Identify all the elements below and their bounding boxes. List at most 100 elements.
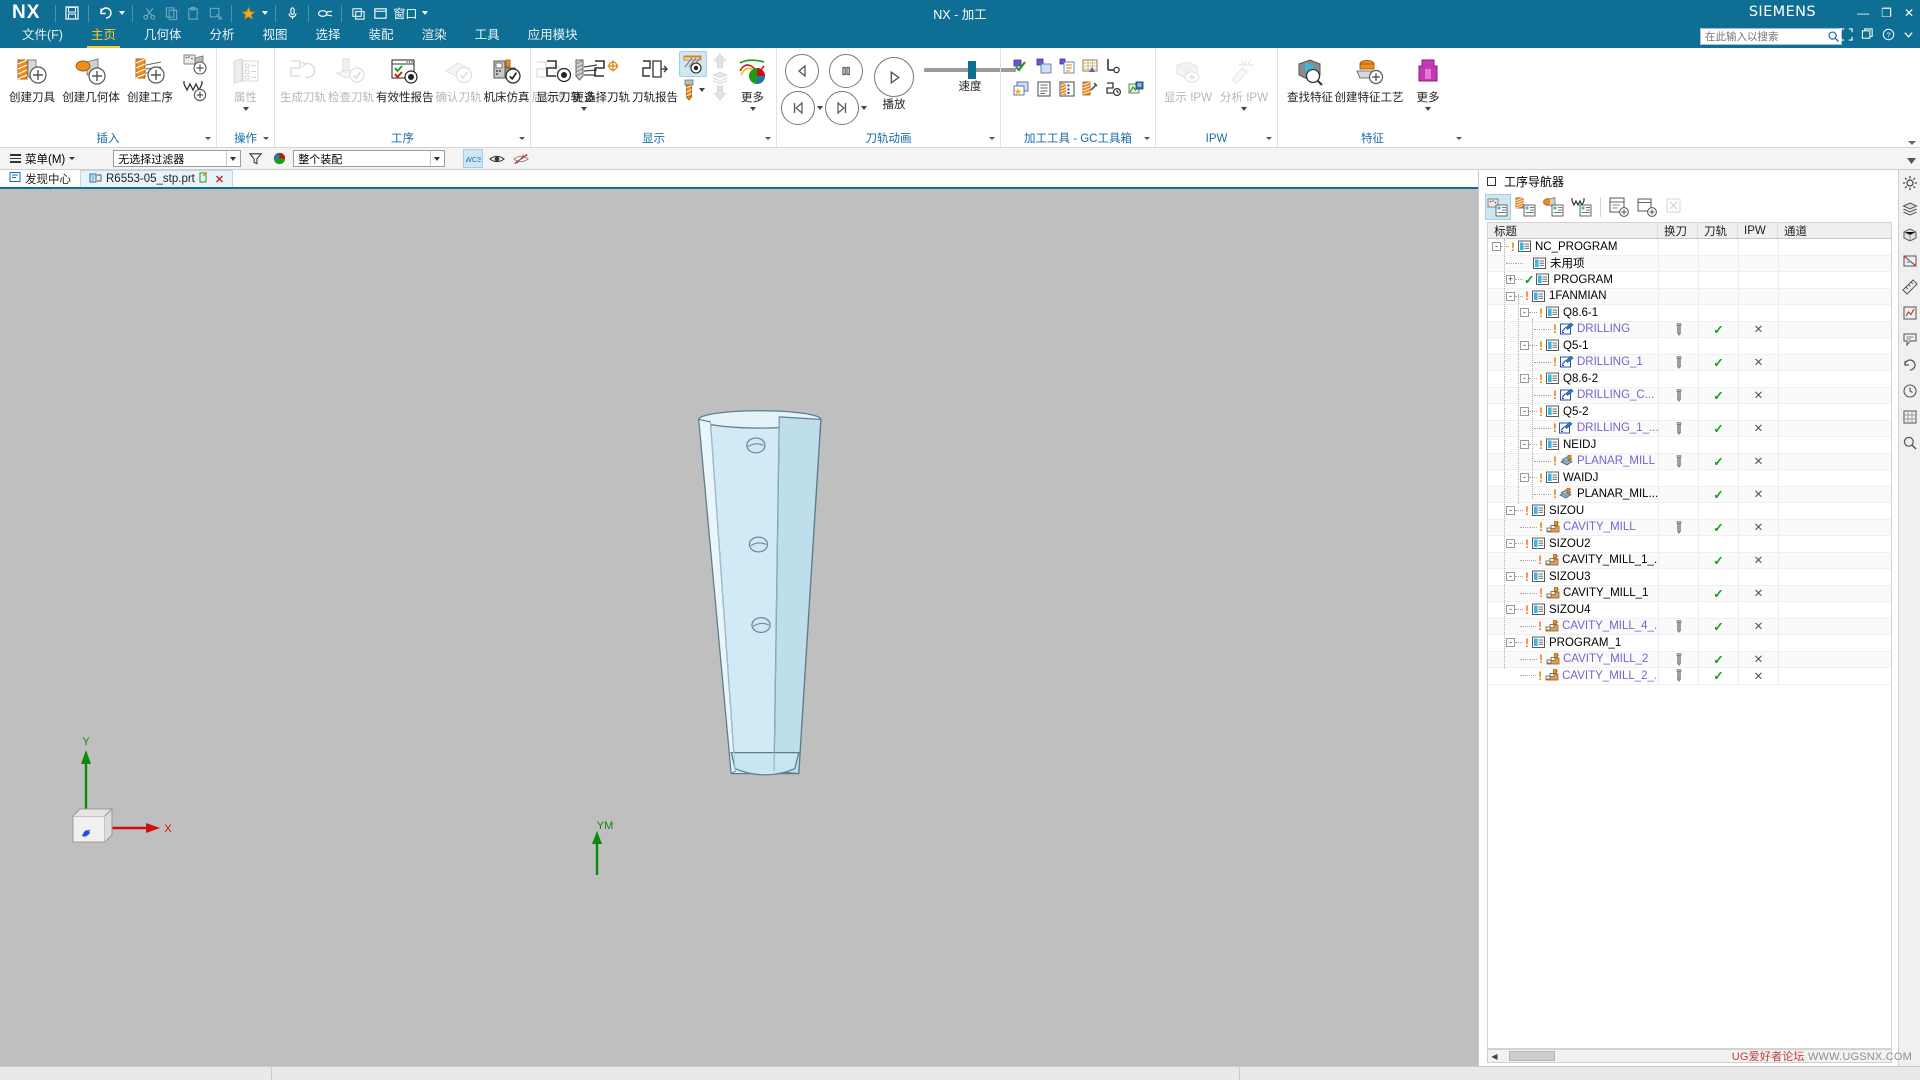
tree-node-name-cell[interactable]: ! DRILLING (1488, 322, 1658, 336)
restore-window-icon[interactable] (1861, 28, 1874, 44)
table-row[interactable]: ! PLANAR_MIL... ✓ ✕ (1488, 486, 1891, 503)
gc-time-icon[interactable] (1102, 78, 1124, 100)
gc-tool-icon[interactable] (1079, 78, 1101, 100)
annotate-icon[interactable] (1901, 330, 1919, 348)
copy-icon[interactable] (160, 2, 182, 24)
close-button[interactable]: ✕ (1904, 7, 1914, 19)
window-icon[interactable] (369, 2, 391, 24)
table-row[interactable]: ! CAVITY_MILL_1 ✓ ✕ (1488, 585, 1891, 602)
grid-icon[interactable] (1901, 408, 1919, 426)
selection-filter-dropdown-icon[interactable] (226, 151, 238, 166)
save-icon[interactable] (61, 2, 83, 24)
table-row[interactable]: ! PLANAR_MILL ✓ ✕ (1488, 453, 1891, 470)
more-display-dropdown-icon[interactable] (749, 107, 756, 111)
analysis-icon[interactable] (1901, 304, 1919, 322)
machine-simulation-button[interactable]: 机床仿真 (483, 51, 531, 107)
table-row[interactable]: ! DRILLING ✓ ✕ (1488, 321, 1891, 338)
tab-file[interactable]: 文件(F) (8, 26, 77, 48)
tree-node-name-cell[interactable]: -! Q5-2 (1488, 405, 1658, 419)
table-row[interactable]: ! CAVITY_MILL_2 ✓ ✕ (1488, 651, 1891, 668)
tree-node-name-cell[interactable]: ! CAVITY_MILL_2 (1488, 652, 1658, 666)
scope-dropdown-icon[interactable] (430, 151, 442, 166)
analyze-ipw-button[interactable]: 分析 IPW (1216, 51, 1272, 113)
collapse-node-icon[interactable]: - (1506, 638, 1515, 648)
collapse-node-icon[interactable]: - (1506, 572, 1515, 582)
rewind-icon[interactable] (781, 91, 815, 125)
table-row[interactable]: -! NC_PROGRAM (1488, 239, 1891, 256)
collapse-node-icon[interactable]: - (1520, 407, 1529, 417)
table-row[interactable]: -! SIZOU (1488, 503, 1891, 520)
collapse-node-icon[interactable]: - (1520, 308, 1529, 318)
selbar-overflow-icon[interactable] (1907, 154, 1916, 168)
no-select-icon[interactable] (511, 149, 531, 168)
window-tile-icon[interactable] (347, 2, 369, 24)
process-group-expand-icon[interactable] (519, 137, 525, 140)
speed-knob[interactable] (968, 61, 976, 79)
search-zoom-icon[interactable] (1901, 434, 1919, 452)
find-feature-button[interactable]: 查找特征 (1282, 51, 1338, 107)
history-icon[interactable] (1901, 356, 1919, 374)
eye-icon[interactable] (487, 149, 507, 168)
gc-table-icon[interactable] (1079, 55, 1101, 77)
table-row[interactable]: -! SIZOU2 (1488, 536, 1891, 553)
paste-special-icon[interactable] (204, 2, 226, 24)
tree-node-name-cell[interactable]: ! CAVITY_MILL (1488, 520, 1658, 534)
tree-node-name-cell[interactable]: ! DRILLING_C... (1488, 388, 1658, 402)
create-method-icon[interactable] (182, 77, 208, 103)
tree-node-name-cell[interactable]: -! Q8.6-2 (1488, 372, 1658, 386)
menu-button[interactable]: 菜单(M) (4, 151, 81, 167)
create-operation-button[interactable]: 创建工序 (122, 51, 178, 107)
gc-group-expand-icon[interactable] (1144, 137, 1150, 140)
dock-icon[interactable] (1487, 176, 1496, 186)
tool-dropdown-icon[interactable] (699, 88, 705, 92)
create-feature-process-button[interactable]: 创建特征工艺 (1335, 51, 1404, 107)
machining-method-view-icon[interactable] (1569, 194, 1595, 220)
tree-node-name-cell[interactable]: -! SIZOU2 (1488, 537, 1658, 551)
collapse-node-icon[interactable]: - (1520, 473, 1529, 483)
collapse-node-icon[interactable]: - (1520, 440, 1529, 450)
tree-rows-container[interactable]: -! NC_PROGRAM 未用项 + ✓ PROGRAM -! 1FANMIAN -! Q8.6… (1487, 239, 1892, 1049)
insert-group-expand-icon[interactable] (205, 137, 211, 140)
feature-group-expand-icon[interactable] (1456, 137, 1462, 140)
favorite-star-icon[interactable] (237, 2, 259, 24)
layers-icon[interactable] (707, 70, 733, 84)
tree-node-name-cell[interactable]: -! SIZOU4 (1488, 603, 1658, 617)
selection-filter-combo[interactable]: 无选择过滤器 (113, 150, 242, 167)
geometry-view-icon[interactable] (1541, 194, 1567, 220)
cut-icon[interactable] (138, 2, 160, 24)
properties-button[interactable]: 属性 (221, 51, 270, 113)
tab-part-file[interactable]: R6553-05_stp.prt ✕ (80, 170, 234, 187)
window-dropdown-icon[interactable] (419, 2, 430, 24)
create-tool-button[interactable]: 创建刀具 (4, 51, 60, 107)
machine-tool-view-icon[interactable] (1513, 194, 1539, 220)
table-row[interactable]: ! CAVITY_MILL_4_... ✓ ✕ (1488, 618, 1891, 635)
undo-icon[interactable] (94, 2, 116, 24)
link-icon[interactable] (314, 2, 336, 24)
collapse-node-icon[interactable]: - (1520, 341, 1529, 351)
collapse-node-icon[interactable]: - (1520, 374, 1529, 384)
play-button[interactable]: 播放 (869, 54, 919, 114)
tool-display-icon[interactable] (679, 51, 707, 77)
operation-group-expand-icon[interactable] (263, 137, 269, 140)
table-row[interactable]: -! NEIDJ (1488, 437, 1891, 454)
arrow-down-icon[interactable] (707, 84, 733, 102)
properties-dropdown-icon[interactable] (242, 107, 249, 111)
gc-note-icon[interactable] (1010, 78, 1032, 100)
more-feature-dropdown-icon[interactable] (1425, 107, 1431, 111)
step-back-icon[interactable] (785, 54, 819, 88)
create-geometry-button[interactable]: 创建几何体 (60, 51, 122, 107)
analyze-ipw-dropdown-icon[interactable] (1241, 107, 1247, 111)
confirm-toolpath-button[interactable]: 确认刀轨 (435, 51, 483, 107)
collapse-node-icon[interactable]: - (1506, 539, 1515, 549)
gc-copy-icon[interactable] (1033, 55, 1055, 77)
tree-node-name-cell[interactable]: ! CAVITY_MILL_2_... (1488, 669, 1658, 683)
tree-node-name-cell[interactable]: ! DRILLING_1_... (1488, 421, 1658, 435)
delete-icon[interactable] (1662, 194, 1688, 220)
tree-node-name-cell[interactable]: -! NEIDJ (1488, 438, 1658, 452)
table-row[interactable]: ! DRILLING_C... ✓ ✕ (1488, 387, 1891, 404)
undo-dropdown-icon[interactable] (116, 2, 127, 24)
table-row[interactable]: -! Q8.6-1 (1488, 305, 1891, 322)
wcs-icon[interactable]: WCS (463, 149, 484, 168)
ipw-group-expand-icon[interactable] (1266, 137, 1272, 140)
favorite-dropdown-icon[interactable] (259, 2, 270, 24)
